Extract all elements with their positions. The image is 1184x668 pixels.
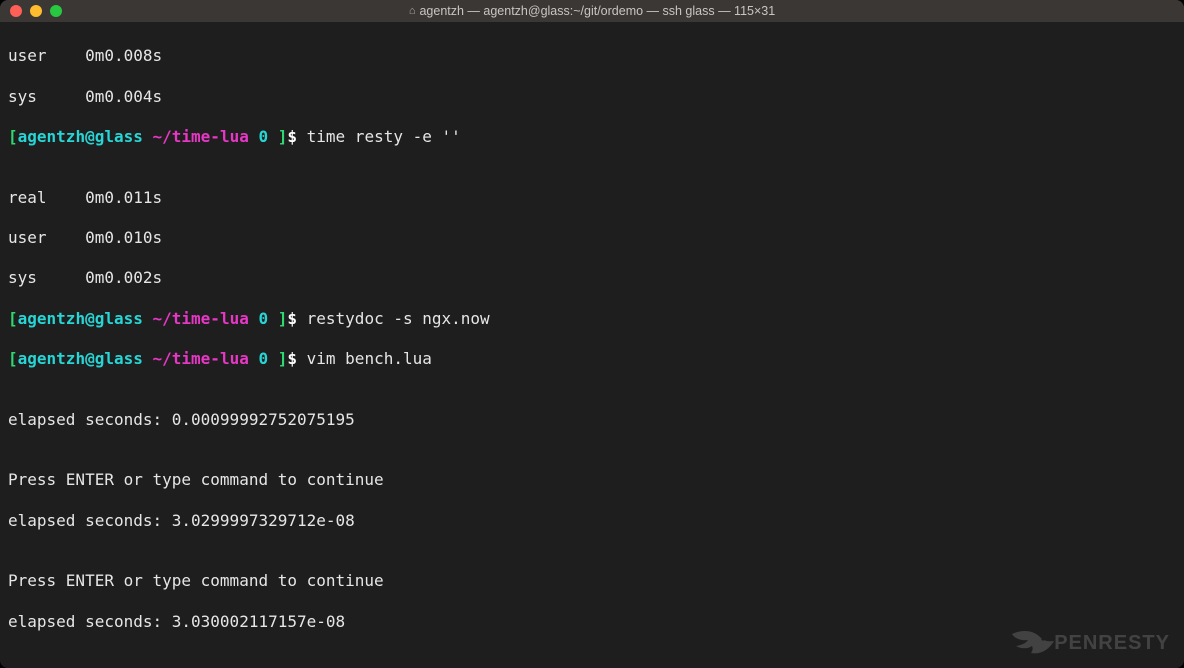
output-line: elapsed seconds: 3.030002117157e-08	[8, 612, 1176, 632]
bracket-open: [	[8, 349, 18, 368]
user-host: agentzh@glass	[18, 349, 143, 368]
exit-code: 0	[249, 127, 268, 146]
bracket-close: ]	[268, 127, 287, 146]
exit-code: 0	[249, 349, 268, 368]
watermark-text: PENRESTY	[1054, 633, 1170, 653]
home-icon: ⌂	[409, 5, 416, 17]
prompt-line: [agentzh@glass ~/time-lua 0 ]$ time rest…	[8, 127, 1176, 147]
bracket-close: ]	[268, 309, 287, 328]
bird-icon	[1010, 628, 1056, 658]
cwd-path: ~/time-lua	[143, 127, 249, 146]
output-line: real 0m0.011s	[8, 188, 1176, 208]
output-line: sys 0m0.004s	[8, 87, 1176, 107]
bracket-open: [	[8, 127, 18, 146]
output-line: elapsed seconds: 0.00099992752075195	[8, 410, 1176, 430]
command-text: time resty -e ''	[307, 127, 461, 146]
cwd-path: ~/time-lua	[143, 309, 249, 328]
user-host: agentzh@glass	[18, 309, 143, 328]
terminal-window: ⌂ agentzh — agentzh@glass:~/git/ordemo —…	[0, 0, 1184, 668]
cwd-path: ~/time-lua	[143, 349, 249, 368]
output-line: user 0m0.010s	[8, 228, 1176, 248]
exit-code: 0	[249, 309, 268, 328]
window-controls	[10, 5, 62, 17]
output-line: Press ENTER or type command to continue	[8, 571, 1176, 591]
maximize-icon[interactable]	[50, 5, 62, 17]
output-line: user 0m0.008s	[8, 46, 1176, 66]
prompt-dollar: $	[287, 127, 306, 146]
output-line: Press ENTER or type command to continue	[8, 470, 1176, 490]
minimize-icon[interactable]	[30, 5, 42, 17]
bracket-close: ]	[268, 349, 287, 368]
close-icon[interactable]	[10, 5, 22, 17]
window-title-text: agentzh — agentzh@glass:~/git/ordemo — s…	[419, 4, 775, 18]
terminal-body[interactable]: user 0m0.008s sys 0m0.004s [agentzh@glas…	[0, 22, 1184, 668]
command-text: restydoc -s ngx.now	[307, 309, 490, 328]
prompt-line: [agentzh@glass ~/time-lua 0 ]$ restydoc …	[8, 309, 1176, 329]
window-title: ⌂ agentzh — agentzh@glass:~/git/ordemo —…	[0, 4, 1184, 18]
prompt-dollar: $	[287, 349, 306, 368]
prompt-line: [agentzh@glass ~/time-lua 0 ]$ vim bench…	[8, 349, 1176, 369]
prompt-dollar: $	[287, 309, 306, 328]
bracket-open: [	[8, 309, 18, 328]
openresty-watermark: PENRESTY	[1010, 628, 1170, 658]
output-line: elapsed seconds: 3.0299997329712e-08	[8, 511, 1176, 531]
titlebar: ⌂ agentzh — agentzh@glass:~/git/ordemo —…	[0, 0, 1184, 22]
output-line: sys 0m0.002s	[8, 268, 1176, 288]
command-text: vim bench.lua	[307, 349, 432, 368]
user-host: agentzh@glass	[18, 127, 143, 146]
